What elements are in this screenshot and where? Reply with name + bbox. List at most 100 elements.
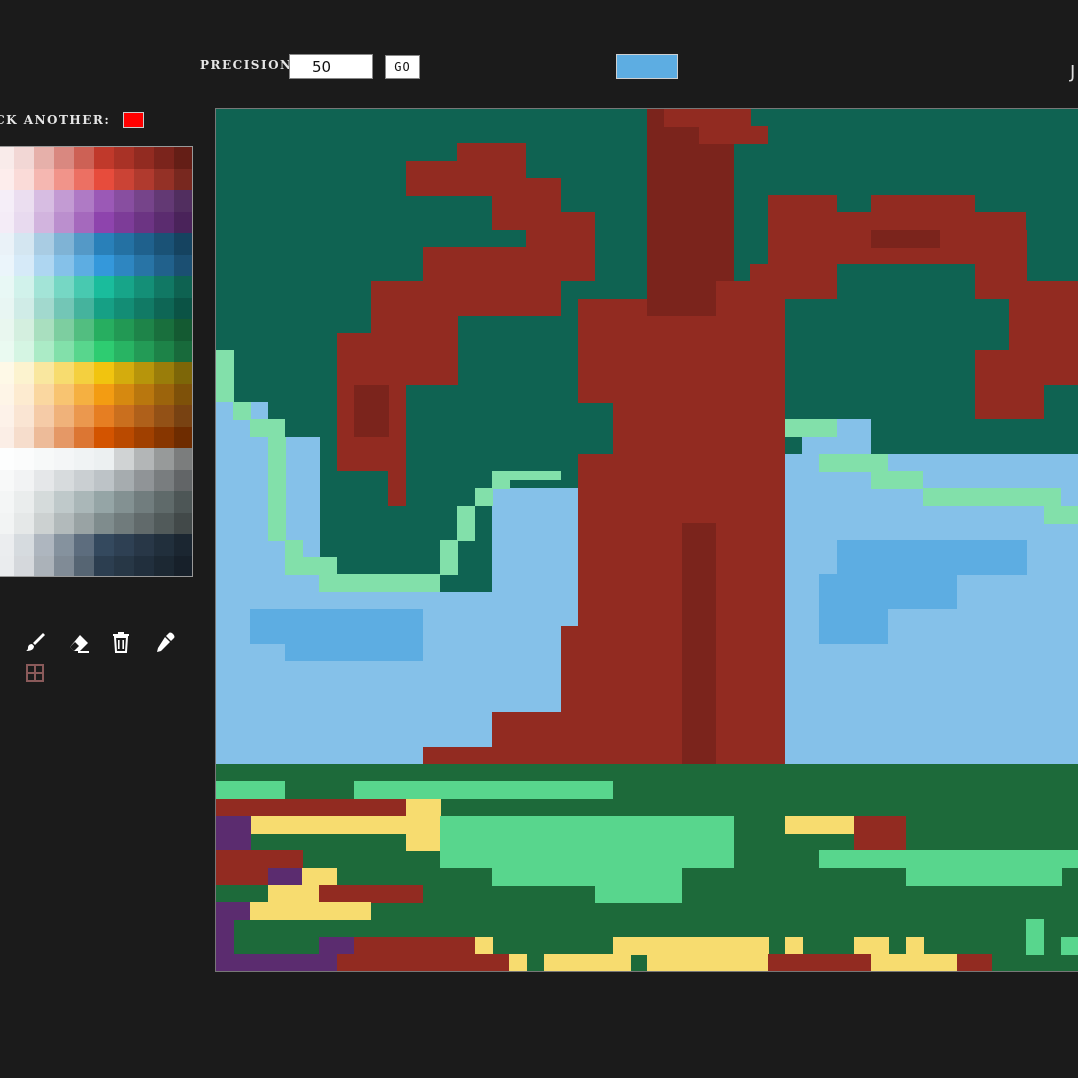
palette-swatch[interactable] bbox=[34, 469, 55, 492]
palette-swatch[interactable] bbox=[54, 147, 75, 170]
palette-swatch[interactable] bbox=[134, 405, 155, 428]
palette-swatch[interactable] bbox=[154, 233, 175, 256]
palette-swatch[interactable] bbox=[154, 534, 175, 557]
palette-swatch[interactable] bbox=[94, 512, 115, 535]
palette-swatch[interactable] bbox=[134, 190, 155, 213]
grid-toggle-icon[interactable] bbox=[25, 663, 45, 683]
palette-swatch[interactable] bbox=[74, 190, 95, 213]
palette-swatch[interactable] bbox=[34, 383, 55, 406]
palette-swatch[interactable] bbox=[114, 211, 135, 234]
palette-swatch[interactable] bbox=[0, 319, 15, 342]
palette-swatch[interactable] bbox=[154, 168, 175, 191]
palette-swatch[interactable] bbox=[94, 448, 115, 471]
eraser-icon[interactable] bbox=[68, 632, 90, 654]
palette-swatch[interactable] bbox=[114, 147, 135, 170]
palette-swatch[interactable] bbox=[94, 276, 115, 299]
palette-swatch[interactable] bbox=[154, 319, 175, 342]
palette-swatch[interactable] bbox=[114, 362, 135, 385]
palette-swatch[interactable] bbox=[94, 383, 115, 406]
palette-swatch[interactable] bbox=[14, 319, 35, 342]
palette-swatch[interactable] bbox=[154, 276, 175, 299]
palette-swatch[interactable] bbox=[94, 491, 115, 514]
palette-swatch[interactable] bbox=[74, 211, 95, 234]
palette-swatch[interactable] bbox=[174, 469, 192, 492]
palette-swatch[interactable] bbox=[174, 426, 192, 449]
palette-swatch[interactable] bbox=[114, 340, 135, 363]
palette-swatch[interactable] bbox=[74, 469, 95, 492]
palette-swatch[interactable] bbox=[154, 340, 175, 363]
palette-swatch[interactable] bbox=[0, 254, 15, 277]
palette-swatch[interactable] bbox=[74, 233, 95, 256]
palette-swatch[interactable] bbox=[134, 362, 155, 385]
palette-swatch[interactable] bbox=[154, 448, 175, 471]
palette-swatch[interactable] bbox=[74, 168, 95, 191]
palette-swatch[interactable] bbox=[114, 405, 135, 428]
palette-swatch[interactable] bbox=[134, 426, 155, 449]
palette-swatch[interactable] bbox=[134, 319, 155, 342]
palette-swatch[interactable] bbox=[74, 340, 95, 363]
palette-swatch[interactable] bbox=[114, 254, 135, 277]
palette-swatch[interactable] bbox=[34, 362, 55, 385]
palette-swatch[interactable] bbox=[94, 147, 115, 170]
palette-swatch[interactable] bbox=[114, 276, 135, 299]
palette-swatch[interactable] bbox=[114, 190, 135, 213]
palette-swatch[interactable] bbox=[174, 319, 192, 342]
palette-swatch[interactable] bbox=[114, 233, 135, 256]
palette-swatch[interactable] bbox=[114, 555, 135, 576]
palette-swatch[interactable] bbox=[34, 426, 55, 449]
palette-swatch[interactable] bbox=[134, 448, 155, 471]
palette-swatch[interactable] bbox=[34, 448, 55, 471]
palette-swatch[interactable] bbox=[114, 426, 135, 449]
palette-swatch[interactable] bbox=[0, 555, 15, 576]
palette-swatch[interactable] bbox=[0, 534, 15, 557]
palette-swatch[interactable] bbox=[14, 512, 35, 535]
palette-swatch[interactable] bbox=[114, 297, 135, 320]
palette-swatch[interactable] bbox=[0, 168, 15, 191]
palette-swatch[interactable] bbox=[134, 555, 155, 576]
palette-swatch[interactable] bbox=[14, 254, 35, 277]
palette-swatch[interactable] bbox=[0, 233, 15, 256]
palette-swatch[interactable] bbox=[134, 168, 155, 191]
palette-swatch[interactable] bbox=[154, 469, 175, 492]
palette-swatch[interactable] bbox=[74, 555, 95, 576]
palette-swatch[interactable] bbox=[174, 340, 192, 363]
palette-swatch[interactable] bbox=[74, 448, 95, 471]
palette-swatch[interactable] bbox=[174, 448, 192, 471]
palette-swatch[interactable] bbox=[94, 534, 115, 557]
palette-swatch[interactable] bbox=[14, 147, 35, 170]
palette-swatch[interactable] bbox=[174, 211, 192, 234]
palette-swatch[interactable] bbox=[74, 491, 95, 514]
palette-swatch[interactable] bbox=[54, 233, 75, 256]
palette-swatch[interactable] bbox=[94, 426, 115, 449]
palette-swatch[interactable] bbox=[14, 383, 35, 406]
palette-swatch[interactable] bbox=[34, 276, 55, 299]
palette-swatch[interactable] bbox=[154, 426, 175, 449]
palette-swatch[interactable] bbox=[94, 297, 115, 320]
palette-swatch[interactable] bbox=[174, 555, 192, 576]
palette-swatch[interactable] bbox=[94, 340, 115, 363]
palette-swatch[interactable] bbox=[94, 254, 115, 277]
palette-swatch[interactable] bbox=[94, 469, 115, 492]
palette-swatch[interactable] bbox=[74, 254, 95, 277]
palette-swatch[interactable] bbox=[174, 512, 192, 535]
palette-swatch[interactable] bbox=[54, 319, 75, 342]
palette-swatch[interactable] bbox=[34, 233, 55, 256]
palette-swatch[interactable] bbox=[14, 340, 35, 363]
palette-swatch[interactable] bbox=[74, 319, 95, 342]
palette-swatch[interactable] bbox=[174, 405, 192, 428]
palette-swatch[interactable] bbox=[14, 405, 35, 428]
palette-swatch[interactable] bbox=[174, 383, 192, 406]
palette-swatch[interactable] bbox=[34, 211, 55, 234]
palette-swatch[interactable] bbox=[174, 254, 192, 277]
palette-swatch[interactable] bbox=[74, 362, 95, 385]
palette-swatch[interactable] bbox=[0, 276, 15, 299]
palette-swatch[interactable] bbox=[74, 534, 95, 557]
palette-swatch[interactable] bbox=[94, 211, 115, 234]
palette-swatch[interactable] bbox=[114, 319, 135, 342]
palette-swatch[interactable] bbox=[54, 211, 75, 234]
palette-swatch[interactable] bbox=[154, 491, 175, 514]
palette-swatch[interactable] bbox=[94, 168, 115, 191]
palette-swatch[interactable] bbox=[174, 168, 192, 191]
palette-swatch[interactable] bbox=[134, 233, 155, 256]
palette-swatch[interactable] bbox=[94, 233, 115, 256]
